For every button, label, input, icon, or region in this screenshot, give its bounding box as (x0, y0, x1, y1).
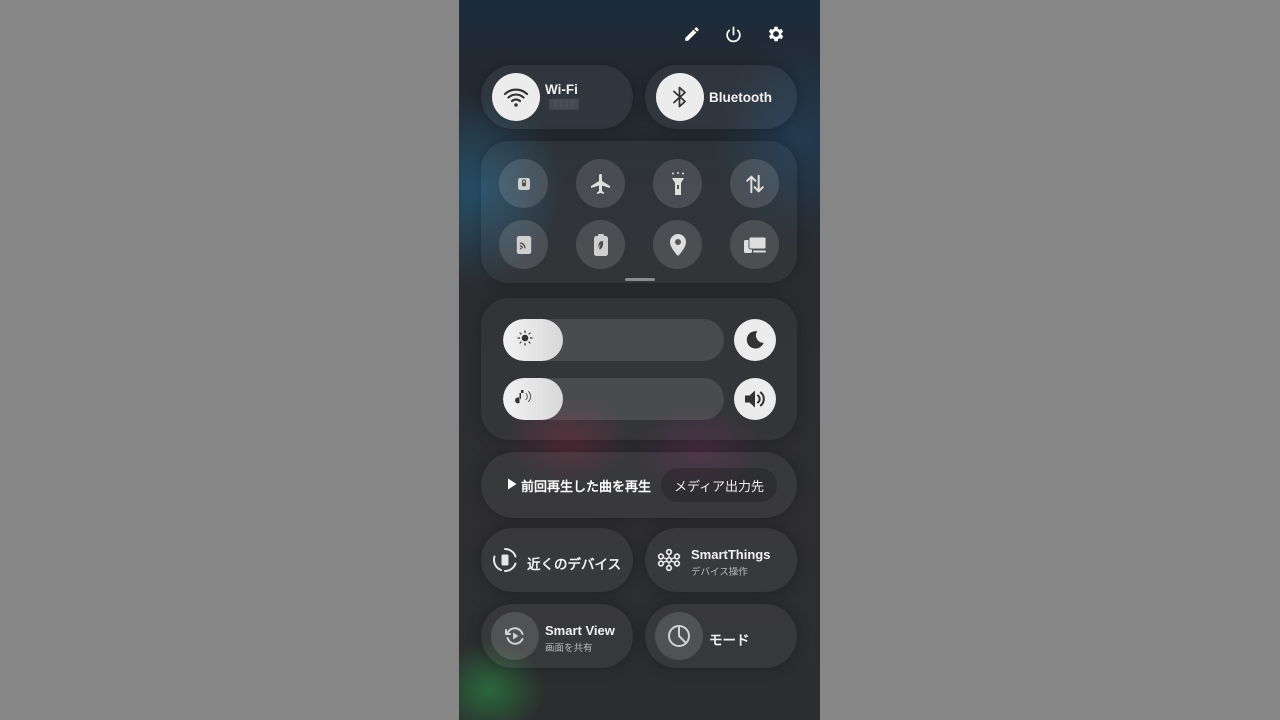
play-last-track-label: 前回再生した曲を再生 (521, 479, 652, 494)
smartthings-label: SmartThings (691, 547, 771, 562)
nearby-devices-icon (491, 546, 519, 574)
edit-icon[interactable] (681, 20, 702, 48)
wifi-label: Wi-Fi (545, 82, 578, 97)
top-actions (681, 20, 786, 48)
brightness-slider-fill (503, 319, 563, 361)
mobile-data-icon[interactable] (730, 159, 779, 208)
play-icon (507, 478, 517, 493)
mode-button[interactable]: モード (645, 604, 797, 668)
smart-view-button[interactable]: Smart View 画面を共有 (481, 604, 633, 668)
panel-drag-handle[interactable] (625, 278, 655, 281)
media-panel: 前回再生した曲を再生 メディア出力先 (481, 452, 797, 518)
volume-slider[interactable] (503, 378, 724, 420)
lock-icon[interactable] (499, 159, 548, 208)
quick-tiles-panel (481, 141, 797, 283)
brightness-slider[interactable] (503, 319, 724, 361)
dark-mode-icon[interactable] (734, 319, 776, 361)
device-switch-icon[interactable] (730, 220, 779, 269)
wifi-icon (492, 73, 540, 121)
bluetooth-label: Bluetooth (709, 90, 772, 105)
smart-view-sublabel: 画面を共有 (545, 643, 593, 654)
power-icon[interactable] (723, 20, 744, 48)
bluetooth-toggle[interactable]: Bluetooth (645, 65, 797, 129)
sliders-panel (481, 298, 797, 440)
location-icon[interactable] (653, 220, 702, 269)
flashlight-icon[interactable] (653, 159, 702, 208)
smartthings-icon (655, 546, 683, 574)
smartthings-button[interactable]: SmartThings デバイス操作 (645, 528, 797, 592)
wifi-network-name: ▒▒▒▒▒ (549, 99, 579, 110)
speaker-icon[interactable] (734, 378, 776, 420)
sun-icon (517, 329, 533, 351)
airplane-icon[interactable] (576, 159, 625, 208)
play-last-track-button[interactable]: 前回再生した曲を再生 (507, 476, 651, 495)
settings-icon[interactable] (765, 20, 786, 48)
smart-view-icon (491, 612, 539, 660)
nearby-devices-button[interactable]: 近くのデバイス (481, 528, 633, 592)
media-output-button[interactable]: メディア出力先 (661, 468, 777, 502)
power-saving-icon[interactable] (576, 220, 625, 269)
smart-view-label: Smart View (545, 623, 615, 638)
volume-slider-fill (503, 378, 563, 420)
quick-panel: Wi-Fi ▒▒▒▒▒ Bluetooth 前回再生した曲を再生 メディア出力先… (459, 0, 820, 720)
nfc-icon[interactable] (499, 220, 548, 269)
mode-icon (655, 612, 703, 660)
nearby-devices-label: 近くのデバイス (527, 557, 622, 572)
smartthings-sublabel: デバイス操作 (691, 567, 748, 578)
mode-label: モード (709, 633, 750, 648)
bluetooth-icon (656, 73, 704, 121)
music-note-icon (513, 388, 535, 411)
wifi-toggle[interactable]: Wi-Fi ▒▒▒▒▒ (481, 65, 633, 129)
